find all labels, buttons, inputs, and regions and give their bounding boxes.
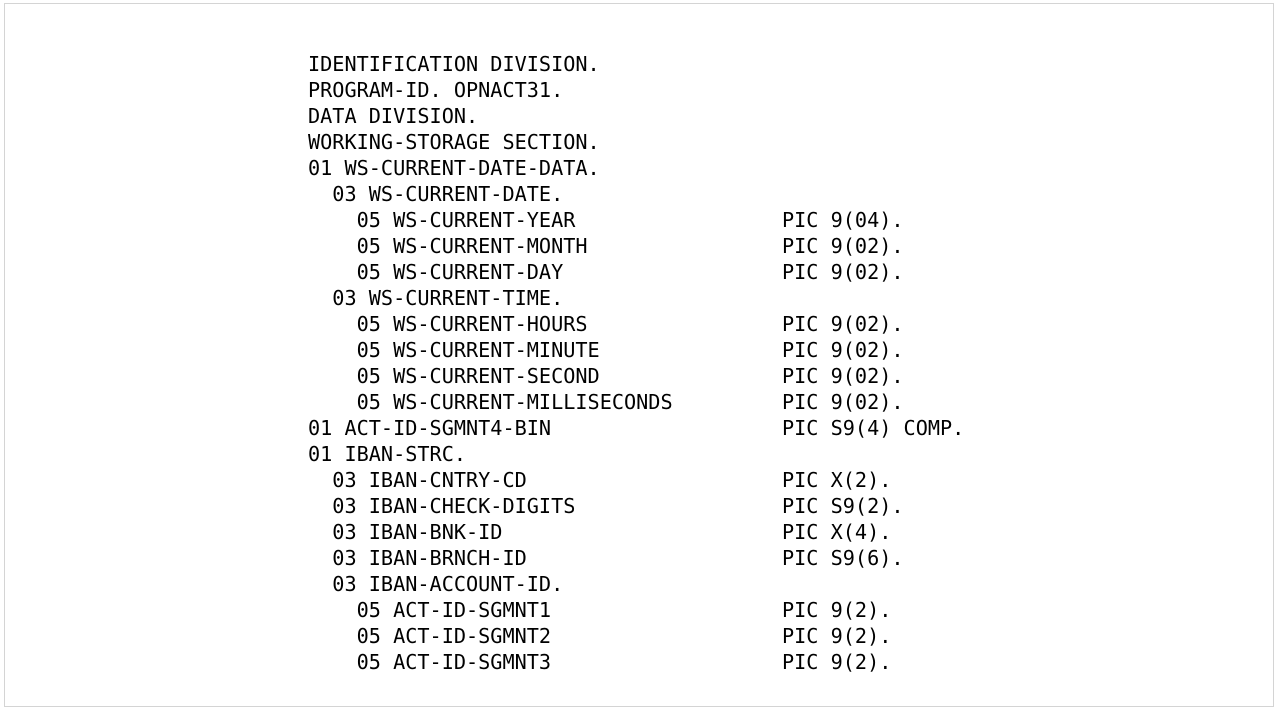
code-line: 05 ACT-ID-SGMNT1 PIC 9(2). [308, 598, 892, 622]
code-line: 05 WS-CURRENT-YEAR PIC 9(04). [308, 208, 904, 232]
code-line: 03 IBAN-BRNCH-ID PIC S9(6). [308, 546, 904, 570]
document-page: IDENTIFICATION DIVISION. PROGRAM-ID. OPNA… [4, 3, 1274, 707]
code-line: 05 WS-CURRENT-MILLISECONDS PIC 9(02). [308, 390, 904, 414]
code-line: 05 WS-CURRENT-SECOND PIC 9(02). [308, 364, 904, 388]
code-line: 03 IBAN-CHECK-DIGITS PIC S9(2). [308, 494, 904, 518]
code-line: IDENTIFICATION DIVISION. [308, 52, 600, 76]
code-line: PROGRAM-ID. OPNACT31. [308, 78, 564, 102]
code-line: 03 IBAN-BNK-ID PIC X(4). [308, 520, 892, 544]
code-line: DATA DIVISION. [308, 104, 479, 128]
code-line: WORKING-STORAGE SECTION. [308, 130, 600, 154]
code-line: 05 ACT-ID-SGMNT2 PIC 9(2). [308, 624, 892, 648]
code-line: 05 WS-CURRENT-DAY PIC 9(02). [308, 260, 904, 284]
code-line: 03 IBAN-CNTRY-CD PIC X(2). [308, 468, 892, 492]
code-line: 05 WS-CURRENT-MINUTE PIC 9(02). [308, 338, 904, 362]
code-line: 05 WS-CURRENT-MONTH PIC 9(02). [308, 234, 904, 258]
code-line: 01 WS-CURRENT-DATE-DATA. [308, 156, 600, 180]
code-line: 01 IBAN-STRC. [308, 442, 467, 466]
code-line: 03 WS-CURRENT-DATE. [308, 182, 564, 206]
cobol-source-listing: IDENTIFICATION DIVISION. PROGRAM-ID. OPNA… [308, 51, 964, 675]
code-line: 05 WS-CURRENT-HOURS PIC 9(02). [308, 312, 904, 336]
code-line: 03 IBAN-ACCOUNT-ID. [308, 572, 564, 596]
code-line: 03 WS-CURRENT-TIME. [308, 286, 564, 310]
code-line: 01 ACT-ID-SGMNT4-BIN PIC S9(4) COMP. [308, 416, 965, 440]
code-line: 05 ACT-ID-SGMNT3 PIC 9(2). [308, 650, 892, 674]
